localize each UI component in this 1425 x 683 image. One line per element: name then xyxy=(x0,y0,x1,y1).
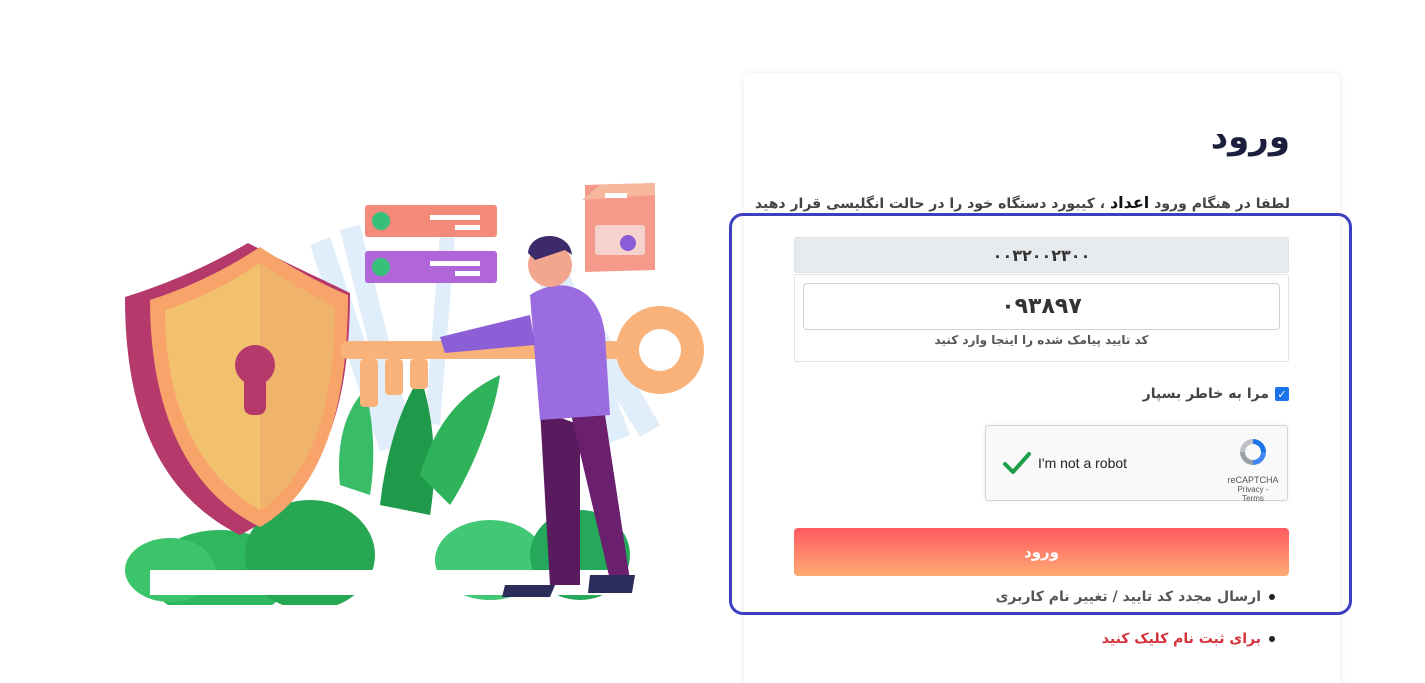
remember-me[interactable]: ✓ مرا به خاطر بسپار xyxy=(1120,383,1289,405)
recaptcha-check-icon[interactable] xyxy=(1002,448,1032,478)
recaptcha-logo-icon xyxy=(1240,439,1266,465)
recaptcha-brand: reCAPTCHA xyxy=(1227,475,1279,485)
bullet-icon xyxy=(1269,636,1275,642)
recaptcha-widget[interactable]: I'm not a robot reCAPTCHA Privacy - Term… xyxy=(985,425,1288,503)
bullet-icon xyxy=(1269,594,1275,600)
keyboard-hint: لطفا در هنگام ورود اعداد ، کیبورد دستگاه… xyxy=(754,193,1290,212)
otp-group: کد تایید پیامک شده را اینجا وارد کنید xyxy=(794,274,1289,362)
otp-input[interactable] xyxy=(803,283,1280,330)
remember-label: مرا به خاطر بسپار xyxy=(1142,386,1269,402)
otp-help-text: کد تایید پیامک شده را اینجا وارد کنید xyxy=(934,333,1149,347)
recaptcha-label: I'm not a robot xyxy=(1038,455,1128,471)
page-title: ورود xyxy=(1210,117,1290,157)
register-link[interactable]: برای ثبت نام کلیک کنید xyxy=(996,628,1275,650)
username-field[interactable]: ۰۰۳۲۰۰۲۳۰۰ xyxy=(794,237,1289,273)
security-illustration-icon xyxy=(125,183,704,605)
recaptcha-logo: reCAPTCHA Privacy - Terms xyxy=(1227,436,1279,503)
resend-code-link[interactable]: ارسال مجدد کد تایید / تغییر نام کاربری xyxy=(996,586,1275,608)
auth-links: ارسال مجدد کد تایید / تغییر نام کاربری ب… xyxy=(996,586,1275,650)
remember-checkbox[interactable]: ✓ xyxy=(1275,387,1289,401)
recaptcha-links[interactable]: Privacy - Terms xyxy=(1227,485,1279,503)
login-button[interactable]: ورود xyxy=(794,528,1289,576)
